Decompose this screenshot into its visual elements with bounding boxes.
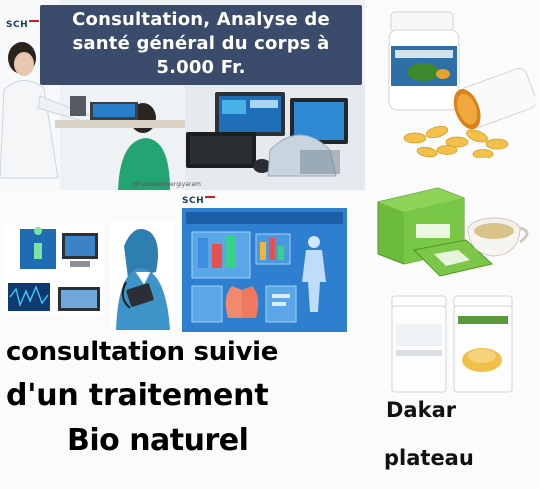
body-scan-software-illustration: [182, 208, 347, 332]
location-city: Dakar: [386, 398, 457, 422]
consultation-photo: SCH Consultation, Analyse de santé génér…: [0, 0, 365, 190]
supplement-jars: [390, 294, 516, 394]
sch-logo: SCH: [6, 20, 40, 30]
nurse-illustration: [110, 222, 174, 330]
capsules-product: [385, 8, 535, 158]
headline-line-3: Bio naturel: [67, 423, 249, 458]
capsule-bottle-illustration: [388, 11, 535, 158]
jars-illustration: [391, 295, 513, 393]
price-banner: Consultation, Analyse de santé général d…: [40, 5, 362, 85]
nurse-photo: [110, 222, 174, 330]
analyzer-screens: [4, 225, 104, 315]
analyzer-screens-illustration: [4, 225, 104, 315]
location-district: plateau: [384, 446, 474, 470]
sch-logo-secondary: SCH: [182, 196, 216, 206]
tea-box-illustration: [377, 187, 529, 277]
watermark-text: @haoqisenwergiyaram: [132, 181, 201, 188]
advertisement-collage: SCH Consultation, Analyse de santé génér…: [0, 0, 540, 489]
headline-line-2: d'un traitement: [6, 378, 269, 413]
body-scan-software: [182, 208, 347, 332]
headline-line-1: consultation suivie: [6, 337, 279, 367]
herbal-tea-product: [374, 184, 534, 284]
